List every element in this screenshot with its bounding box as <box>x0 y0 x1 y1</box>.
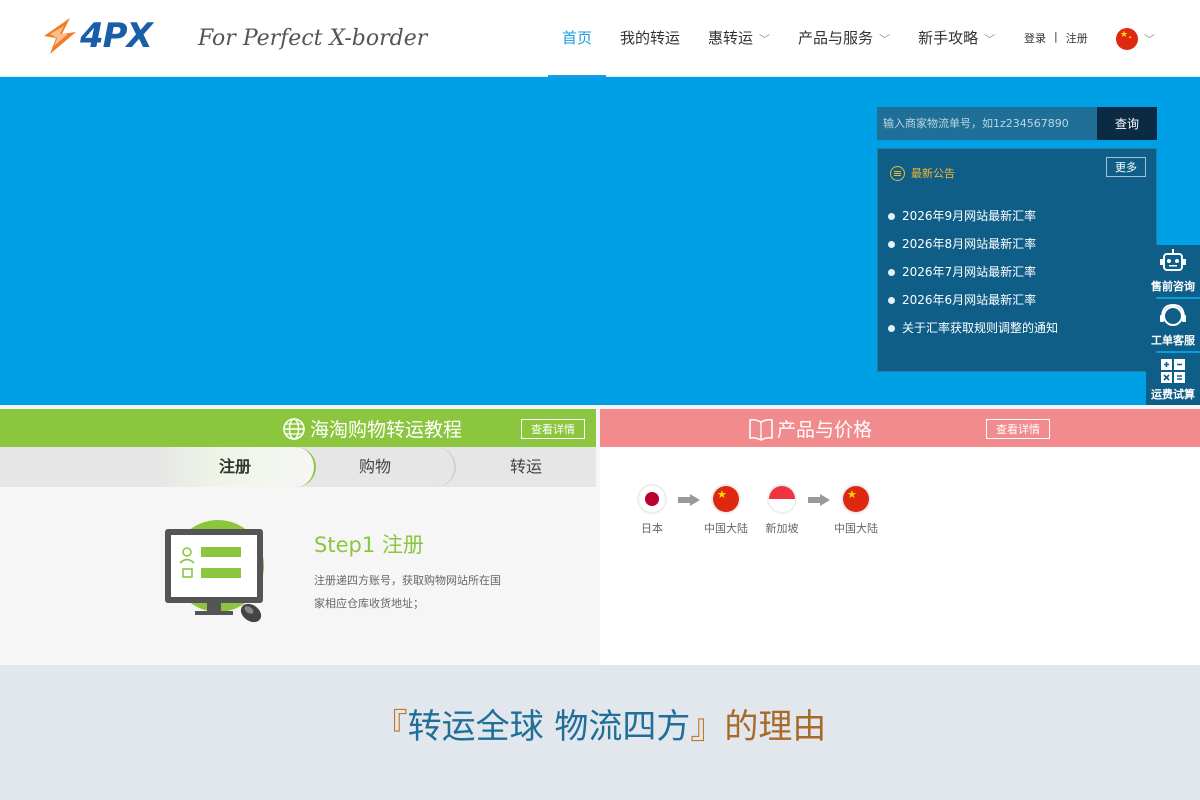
products-header: 产品与价格 查看详情 <box>600 409 1200 447</box>
notice-item[interactable]: 2026年8月网站最新汇率 <box>888 235 1058 263</box>
chevron-down-icon: ﹀ <box>759 33 771 46</box>
search-button[interactable]: 查询 <box>1097 107 1157 140</box>
nav-guide[interactable]: 新手攻略 ﹀ <box>904 0 1009 77</box>
main-nav: 首页 我的转运 惠转运 ﹀ 产品与服务 ﹀ 新手攻略 ﹀ <box>548 0 1009 77</box>
notice-item-text: 2026年8月网站最新汇率 <box>902 237 1037 251</box>
tutorial-detail-button[interactable]: 查看详情 <box>521 419 585 439</box>
list-icon <box>890 165 905 181</box>
notice-list: 2026年9月网站最新汇率 2026年8月网站最新汇率 2026年7月网站最新汇… <box>888 207 1058 347</box>
chevron-down-icon: ﹀ <box>1144 33 1155 46</box>
notice-item-text: 2026年9月网站最新汇率 <box>902 209 1037 223</box>
calculator-icon <box>1161 359 1185 383</box>
japan-flag-icon <box>639 486 665 512</box>
register-monitor-icon <box>165 520 264 623</box>
route-from-label: 新加坡 <box>765 522 799 535</box>
china-flag-icon <box>843 486 869 512</box>
reason-main-text: 转运全球 物流四方 <box>407 707 691 747</box>
route-sg-cn[interactable]: 新加坡 中国大陆 <box>765 486 878 536</box>
chevron-down-icon: ﹀ <box>984 33 996 46</box>
globe-icon <box>283 417 305 440</box>
ticket-label: 工单客服 <box>1151 334 1195 347</box>
china-flag-icon <box>713 486 739 512</box>
slogan: For Perfect X-border <box>198 26 428 51</box>
notice-title: 最新公告 <box>911 167 955 180</box>
notice-item-text: 关于汇率获取规则调整的通知 <box>902 321 1059 335</box>
notice-item-text: 2026年7月网站最新汇率 <box>902 265 1037 279</box>
notice-item[interactable]: 2026年9月网站最新汇率 <box>888 207 1058 235</box>
tutorial-panel: 海淘购物转运教程 查看详情 注册 购物 转运 Step1 注册 注册递四方账号，… <box>0 409 596 665</box>
logo-text: 4PX <box>80 16 153 56</box>
presale-button[interactable]: 售前咨询 <box>1146 245 1200 297</box>
route-jp-cn[interactable]: 日本 中国大陆 <box>638 486 748 536</box>
shipping-calc-button[interactable]: 运费试算 <box>1146 353 1200 405</box>
calc-label: 运费试算 <box>1151 388 1195 401</box>
presale-label: 售前咨询 <box>1151 280 1195 293</box>
notice-item-text: 2026年6月网站最新汇率 <box>902 293 1037 307</box>
nav-my-transport[interactable]: 我的转运 <box>606 0 694 77</box>
tab-register[interactable]: 注册 <box>156 447 316 487</box>
nav-products[interactable]: 产品与服务 ﹀ <box>784 0 904 77</box>
ticket-service-button[interactable]: 工单客服 <box>1146 299 1200 351</box>
chevron-down-icon: ﹀ <box>879 33 891 46</box>
tab-transport[interactable]: 转运 <box>446 447 606 487</box>
notice-panel: 最新公告 更多 2026年9月网站最新汇率 2026年8月网站最新汇率 2026… <box>877 148 1157 372</box>
products-title-text: 产品与价格 <box>777 419 873 441</box>
reason-title: 『转运全球 物流四方』的理由 <box>0 699 1200 748</box>
reason-open-bracket: 『 <box>373 707 408 747</box>
products-title: 产品与价格 <box>748 415 872 442</box>
reason-close-bracket: 』 <box>690 707 725 747</box>
notice-header: 最新公告 <box>890 165 955 181</box>
nav-home-label: 首页 <box>562 29 593 47</box>
route-list: 日本 中国大陆 新加坡 中国大陆 <box>638 486 898 536</box>
book-icon <box>749 418 773 441</box>
nav-home[interactable]: 首页 <box>548 0 607 77</box>
tutorial-header: 海淘购物转运教程 查看详情 <box>0 409 596 447</box>
nav-guide-label: 新手攻略 <box>918 29 979 47</box>
tutorial-title-text: 海淘购物转运教程 <box>310 419 463 441</box>
notice-item[interactable]: 2026年7月网站最新汇率 <box>888 263 1058 291</box>
notice-item[interactable]: 关于汇率获取规则调整的通知 <box>888 319 1058 347</box>
china-flag-icon <box>1116 28 1138 50</box>
nav-products-label: 产品与服务 <box>798 29 874 47</box>
route-to-label: 中国大陆 <box>834 522 878 535</box>
notice-more-button[interactable]: 更多 <box>1106 157 1146 177</box>
tutorial-tabs: 注册 购物 转运 <box>0 447 596 487</box>
notice-item[interactable]: 2026年6月网站最新汇率 <box>888 291 1058 319</box>
headset-icon <box>1160 303 1186 326</box>
reason-section: 『转运全球 物流四方』的理由 <box>0 665 1200 800</box>
login-link[interactable]: 登录 <box>1024 30 1046 46</box>
nav-my-transport-label: 我的转运 <box>620 29 681 47</box>
step-description: 注册递四方账号，获取购物网站所在国家相应仓库收货地址； <box>314 574 501 610</box>
route-to-label: 中国大陆 <box>704 522 748 535</box>
nav-discount[interactable]: 惠转运 ﹀ <box>694 0 784 77</box>
arrow-right-icon <box>808 494 830 506</box>
robot-icon <box>1160 249 1186 271</box>
products-panel: 产品与价格 查看详情 日本 中国大陆 新加坡 中国大陆 <box>600 409 1200 665</box>
auth-links: 登录 | 注册 <box>1024 30 1088 46</box>
tutorial-title: 海淘购物转运教程 <box>282 415 462 442</box>
side-float-bar: 售前咨询 工单客服 运费试算 <box>1146 245 1200 407</box>
auth-separator: | <box>1054 30 1058 43</box>
logo-mark-icon <box>44 18 76 54</box>
tracking-input[interactable] <box>877 107 1097 140</box>
language-switch[interactable]: ﹀ <box>1116 28 1155 50</box>
site-header: 4PX For Perfect X-border 首页 我的转运 惠转运 ﹀ 产品… <box>0 0 1200 77</box>
register-link[interactable]: 注册 <box>1066 30 1088 46</box>
route-from-label: 日本 <box>641 522 663 535</box>
reason-tail-text: 的理由 <box>724 707 827 747</box>
logo[interactable]: 4PX <box>40 16 153 56</box>
products-detail-button[interactable]: 查看详情 <box>986 419 1050 439</box>
nav-discount-label: 惠转运 <box>708 29 754 47</box>
tab-shopping[interactable]: 购物 <box>296 447 456 487</box>
singapore-flag-icon <box>769 486 795 512</box>
arrow-right-icon <box>678 494 700 506</box>
step-title: Step1 注册 <box>314 533 424 557</box>
tracking-search: 查询 <box>877 107 1157 140</box>
